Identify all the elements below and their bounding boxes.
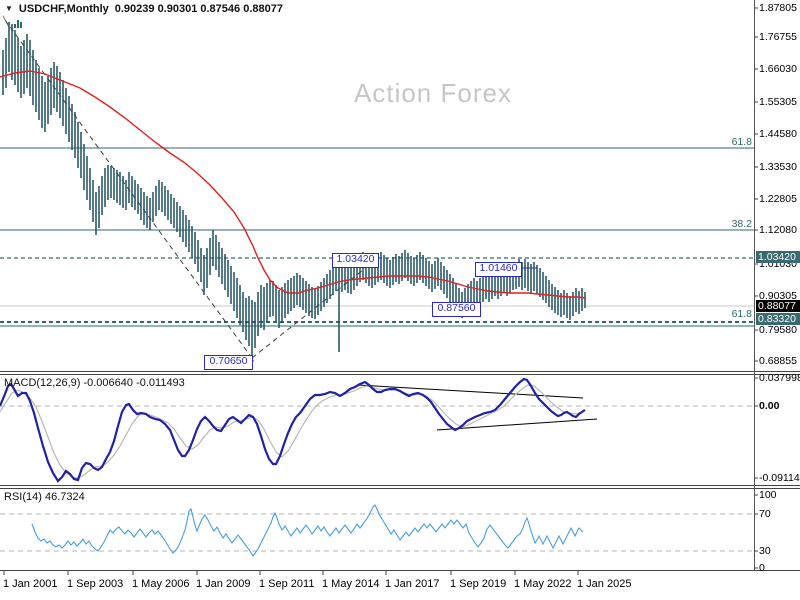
price-highlight-box: 0.88077 bbox=[756, 300, 800, 312]
rsi-axis-label: 0 bbox=[759, 562, 765, 574]
price-axis-label: 1.22805 bbox=[759, 193, 797, 205]
price-axis-label: 1.44580 bbox=[759, 128, 797, 140]
rsi-indicator-label: RSI(14) 46.7324 bbox=[4, 491, 85, 503]
price-annotation-box: 0.70650 bbox=[204, 355, 253, 370]
mini-toolbar: ╲ bbox=[3, 17, 23, 28]
price-highlight-box: 1.03420 bbox=[756, 251, 800, 263]
price-annotation-box: 1.03420 bbox=[332, 253, 379, 268]
date-axis-label: 1 Jan 2017 bbox=[385, 578, 440, 590]
date-axis-label: 1 Sep 2019 bbox=[450, 578, 507, 590]
rsi-axis-label: 100 bbox=[759, 489, 777, 501]
date-axis-label: 1 Sep 2011 bbox=[259, 578, 315, 590]
ohlc-values: 0.90239 0.90301 0.87546 0.88077 bbox=[114, 3, 283, 15]
price-annotation-box: 1.01460 bbox=[475, 262, 522, 277]
macd-trendline bbox=[436, 418, 598, 431]
chart-window: ▼ USDCHF,Monthly 0.90239 0.90301 0.87546… bbox=[0, 0, 800, 600]
chevron-down-icon[interactable]: ▼ bbox=[5, 4, 13, 14]
price-axis-label: 1.87805 bbox=[759, 2, 797, 14]
watermark: Action Forex bbox=[354, 78, 512, 108]
crosshair-cursor-icon[interactable]: ╲ bbox=[3, 18, 9, 28]
fib-level-label: 61.8 bbox=[731, 308, 752, 320]
price-axis-label: 1.55305 bbox=[759, 96, 797, 108]
date-axis-label: 1 Jan 2025 bbox=[577, 578, 632, 590]
rsi-axis-label: 70 bbox=[759, 508, 771, 520]
bar-chart-icon[interactable] bbox=[14, 20, 23, 28]
rsi-line bbox=[31, 504, 584, 557]
symbol-title: USDCHF,Monthly bbox=[18, 3, 109, 15]
date-axis-label: 1 Sep 2003 bbox=[67, 578, 124, 590]
price-axis-label: 1.33530 bbox=[759, 161, 797, 173]
macd-trendline bbox=[357, 384, 584, 399]
macd-indicator-label: MACD(12,26,9) -0.006640 -0.011493 bbox=[4, 377, 185, 389]
date-axis-label: 1 May 2014 bbox=[322, 578, 380, 590]
price-axis-label: 1.76755 bbox=[759, 31, 797, 43]
macd-axis-label: 0.037998 bbox=[759, 372, 800, 384]
price-axis-label: 0.68855 bbox=[759, 355, 797, 367]
price-axis-label: 1.66030 bbox=[759, 63, 797, 75]
price-axis-label: 0.79580 bbox=[759, 324, 797, 336]
rsi-axis-label: 30 bbox=[759, 545, 771, 557]
macd-main-line bbox=[0, 377, 586, 483]
macd-axis-label: 0.00 bbox=[759, 400, 780, 412]
price-axis-label: 1.12080 bbox=[759, 224, 797, 236]
chart-title-row: ▼ USDCHF,Monthly 0.90239 0.90301 0.87546… bbox=[5, 3, 283, 15]
price-highlight-box: 0.83320 bbox=[756, 313, 800, 325]
macd-axis-label: -0.091147 bbox=[759, 472, 800, 484]
fib-level-label: 61.8 bbox=[731, 136, 752, 148]
price-bars bbox=[2, 22, 586, 358]
date-axis-label: 1 Jan 2001 bbox=[3, 578, 58, 590]
date-axis-label: 1 May 2022 bbox=[514, 578, 572, 590]
date-axis-label: 1 May 2006 bbox=[132, 578, 190, 590]
price-annotation-box: 0.87560 bbox=[432, 302, 481, 317]
date-axis-label: 1 Jan 2009 bbox=[196, 578, 251, 590]
fib-level-label: 38.2 bbox=[731, 218, 752, 230]
